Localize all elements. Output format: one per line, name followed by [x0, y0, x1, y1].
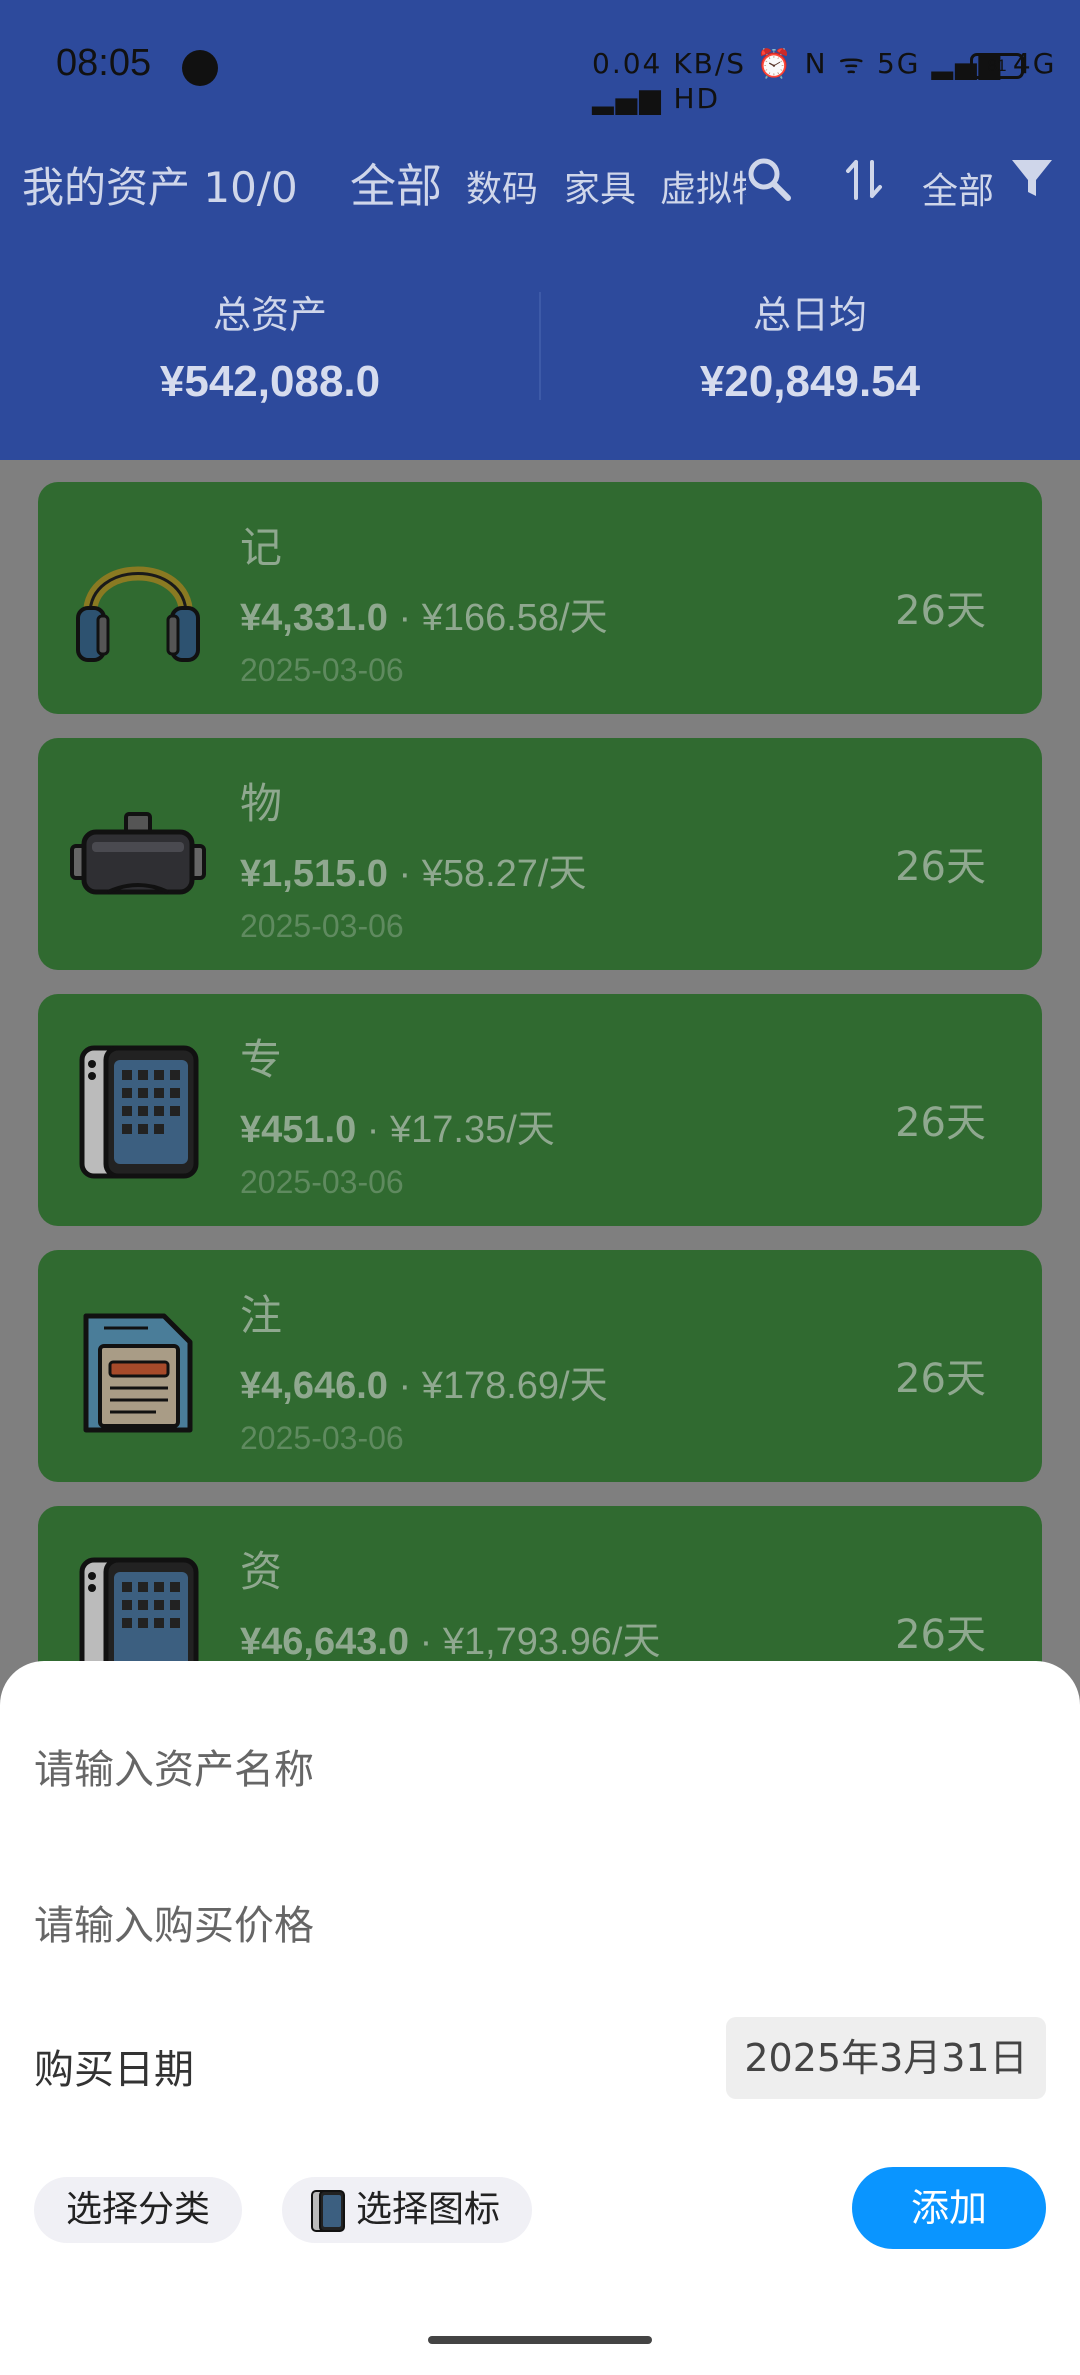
asset-name: 记 [240, 523, 283, 572]
asset-date: 2025-03-06 [240, 652, 404, 688]
asset-days: 26天 [895, 588, 986, 634]
asset-date: 2025-03-06 [240, 1164, 404, 1200]
daily-average-label: 总日均 [752, 293, 867, 337]
asset-date: 2025-03-06 [240, 1420, 404, 1456]
asset-price-line: ¥1,515.0 · ¥58.27/天 [240, 842, 586, 897]
asset-price-line: ¥451.0 · ¥17.35/天 [240, 1098, 555, 1153]
asset-per-day: · ¥178.69/天 [387, 1365, 608, 1407]
asset-date: 2025-03-06 [240, 908, 404, 944]
search-icon[interactable] [744, 154, 794, 204]
asset-price-line: ¥46,643.0 · ¥1,793.96/天 [240, 1610, 660, 1665]
total-assets-value: ¥542,088.0 [159, 357, 381, 406]
asset-card[interactable]: 注 ¥4,646.0 · ¥178.69/天 2025-03-06 26天 [38, 1250, 1042, 1482]
asset-days: 26天 [895, 1356, 986, 1402]
select-icon-label: 选择图标 [356, 2189, 501, 2230]
asset-card[interactable]: 记 ¥4,331.0 · ¥166.58/天 2025-03-06 26天 [38, 482, 1042, 714]
asset-per-day: · ¥17.35/天 [356, 1109, 555, 1151]
tab-all[interactable]: 全部 [350, 150, 442, 216]
filter-icon[interactable] [1008, 154, 1056, 202]
filter-label[interactable]: 全部 [922, 162, 994, 214]
add-button[interactable]: 添加 [852, 2167, 1046, 2249]
asset-price-line: ¥4,646.0 · ¥178.69/天 [240, 1354, 608, 1409]
asset-card[interactable]: 物 ¥1,515.0 · ¥58.27/天 2025-03-06 26天 [38, 738, 1042, 970]
asset-days: 26天 [895, 844, 986, 890]
total-assets: 总资产 ¥542,088.0 [0, 270, 540, 407]
toolbar: 我的资产 10/0 全部 数码 家具 虚拟物品 全部 [0, 140, 1080, 220]
app-header: 08:05 0.04 KB/S ⏰ N ᯤ 5G ▂▄▆ 4G ▂▄▆ HD 8… [0, 0, 1080, 460]
purchase-date-button[interactable]: 2025年3月31日 [726, 2017, 1046, 2099]
asset-price: ¥1,515.0 [240, 853, 388, 895]
asset-list: 记 ¥4,331.0 · ¥166.58/天 2025-03-06 26天 物 … [38, 482, 1042, 1762]
tab-virtual[interactable]: 虚拟物品 [660, 160, 746, 212]
summary-panel: 总资产 ¥542,088.0 总日均 ¥20,849.54 [0, 270, 1080, 420]
asset-name-input[interactable] [34, 1735, 1044, 1805]
select-icon-button[interactable]: 选择图标 [282, 2177, 533, 2243]
sort-icon[interactable] [840, 154, 890, 204]
tab-furniture[interactable]: 家具 [564, 160, 636, 212]
asset-price: ¥451.0 [240, 1109, 357, 1151]
asset-price-line: ¥4,331.0 · ¥166.58/天 [240, 586, 608, 641]
total-assets-label: 总资产 [212, 293, 327, 337]
status-bar: 08:05 0.04 KB/S ⏰ N ᯤ 5G ▂▄▆ 4G ▂▄▆ HD 8… [0, 0, 1080, 130]
asset-days: 26天 [895, 1100, 986, 1146]
asset-name: 专 [240, 1035, 283, 1084]
asset-per-day: · ¥58.27/天 [387, 853, 587, 895]
asset-days: 26天 [895, 1612, 986, 1658]
select-category-button[interactable]: 选择分类 [34, 2177, 243, 2243]
battery-icon: 81 [970, 53, 1024, 79]
headphones-icon [76, 566, 200, 662]
sd-card-icon [83, 1313, 193, 1433]
asset-per-day: · ¥166.58/天 [387, 597, 608, 639]
asset-price-input[interactable] [34, 1891, 1044, 1961]
vr-headset-icon [70, 812, 206, 895]
phone-icon [311, 2190, 345, 2232]
asset-name: 资 [240, 1547, 283, 1596]
tab-digital[interactable]: 数码 [466, 160, 538, 212]
daily-average-value: ¥20,849.54 [699, 357, 921, 406]
asset-price: ¥4,646.0 [240, 1365, 388, 1407]
notification-dot-icon [182, 50, 218, 86]
add-asset-sheet: 购买日期 2025年3月31日 选择分类 选择图标 添加 [0, 1661, 1080, 2375]
page-title: 我的资产 10/0 [22, 163, 298, 212]
asset-price: ¥46,643.0 [240, 1621, 410, 1663]
asset-card[interactable]: 专 ¥451.0 · ¥17.35/天 2025-03-06 26天 [38, 994, 1042, 1226]
asset-name: 注 [240, 1291, 283, 1340]
daily-average: 总日均 ¥20,849.54 [540, 270, 1080, 407]
asset-name: 物 [240, 779, 283, 828]
home-indicator[interactable] [428, 2336, 652, 2344]
asset-per-day: · ¥1,793.96/天 [409, 1621, 661, 1663]
purchase-date-label: 购买日期 [34, 2047, 194, 2093]
status-time: 08:05 [56, 42, 152, 84]
asset-price: ¥4,331.0 [240, 597, 388, 639]
phone-icon [79, 1045, 199, 1179]
